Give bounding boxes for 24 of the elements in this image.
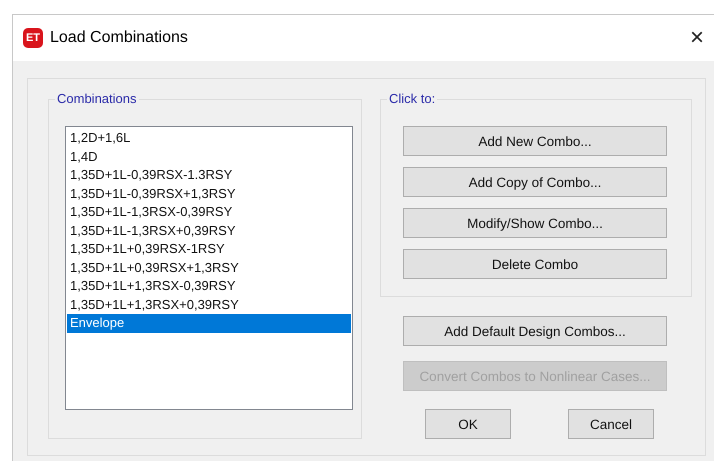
action-button[interactable]: Delete Combo <box>403 249 667 279</box>
list-item[interactable]: 1,35D+1L+1,3RSX+0,39RSY <box>67 296 351 314</box>
cancel-button[interactable]: Cancel <box>568 409 654 439</box>
action-button[interactable]: Add Copy of Combo... <box>403 167 667 197</box>
close-button[interactable]: × <box>690 26 704 50</box>
list-item[interactable]: 1,35D+1L+0,39RSX+1,3RSY <box>67 258 351 277</box>
action-button[interactable]: Modify/Show Combo... <box>403 208 667 238</box>
combinations-list[interactable] <box>65 126 353 410</box>
app-logo: ET <box>23 28 43 48</box>
group-label: Click to: <box>387 91 438 106</box>
list-item[interactable]: 1,2D+1,6L <box>67 129 351 148</box>
list-item[interactable]: 1,35D+1L-1,3RSX+0,39RSY <box>67 222 351 240</box>
group-label: Combinations <box>55 91 138 106</box>
list-item[interactable]: 1,35D+1L+1,3RSX-0,39RSY <box>67 277 351 296</box>
list-item[interactable]: 1,35D+1L+0,39RSX-1RSY <box>67 240 351 258</box>
action-button[interactable]: Add New Combo... <box>403 126 667 156</box>
ok-button[interactable]: OK <box>425 409 511 439</box>
window-title: Load Combinations <box>50 29 189 47</box>
list-item[interactable]: 1,35D+1L-0,39RSX+1,3RSY <box>67 184 351 203</box>
list-item[interactable]: 1,4D <box>67 148 351 166</box>
list-item[interactable]: 1,35D+1L-1,3RSX-0,39RSY <box>67 203 351 222</box>
list-item[interactable]: 1,35D+1L-0,39RSX-1.3RSY <box>67 166 351 184</box>
list-item[interactable]: Envelope <box>67 314 351 332</box>
action-button[interactable]: Add Default Design Combos... <box>403 316 667 346</box>
